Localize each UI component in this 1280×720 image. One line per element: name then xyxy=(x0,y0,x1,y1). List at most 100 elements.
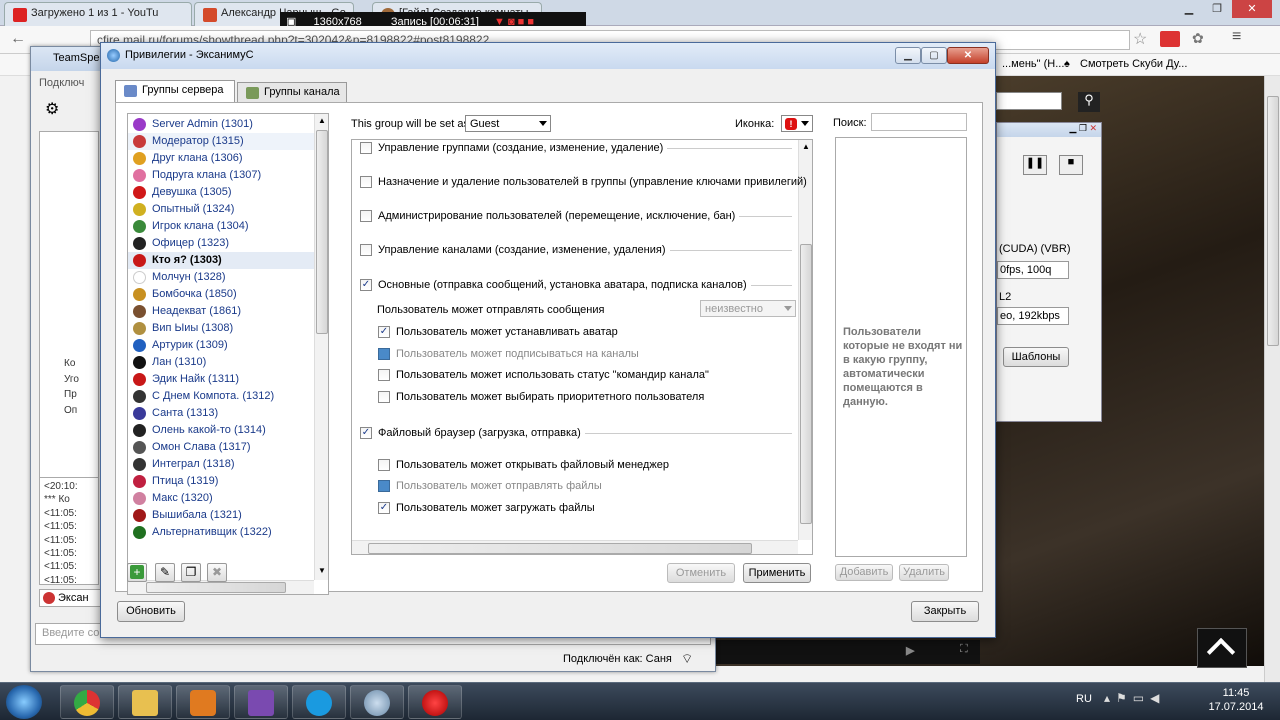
permission-group-checkbox[interactable]: ✓ Файловый браузер (загрузка, отправка) xyxy=(360,427,792,439)
menu-icon[interactable]: ≡ xyxy=(1232,28,1241,46)
checkbox[interactable]: ✓ xyxy=(378,326,390,338)
group-item[interactable]: Вышибала (1321) xyxy=(128,507,314,524)
group-item[interactable]: Омон Слава (1317) xyxy=(128,439,314,456)
group-list-hscrollbar[interactable] xyxy=(128,580,314,594)
encoder-fps-field[interactable]: 0fps, 100q xyxy=(997,261,1069,279)
set-as-select[interactable]: Guest xyxy=(465,115,551,132)
permission-group-checkbox[interactable]: Управление группами (создание, изменение… xyxy=(360,142,792,154)
checkbox[interactable]: ✓ xyxy=(360,279,372,291)
pause-button[interactable]: ❚❚ xyxy=(1023,155,1047,175)
browser-minimize-button[interactable]: ▁ xyxy=(1176,0,1202,18)
add-user-button[interactable]: Добавить xyxy=(835,564,893,581)
bookmark-item-scooby[interactable]: ♠ Смотреть Скуби Ду... xyxy=(1064,58,1187,70)
remove-user-button[interactable]: Удалить xyxy=(899,564,949,581)
channel-tree[interactable]: Ко Уго Пр Оп xyxy=(39,131,99,517)
page-search-icon[interactable]: ⚲ xyxy=(1078,92,1100,112)
teamspeak-tab[interactable]: Подключ xyxy=(39,77,84,89)
group-item[interactable]: Подруга клана (1307) xyxy=(128,167,314,184)
tab-channel-groups[interactable]: Группы канала xyxy=(237,82,347,102)
icon-select[interactable]: ! xyxy=(781,115,813,132)
permission-checkbox[interactable]: Пользователь может выбирать приоритетног… xyxy=(378,391,704,403)
dialog-close-button[interactable]: ✕ xyxy=(947,47,989,64)
scroll-thumb[interactable] xyxy=(316,130,328,334)
page-search-input[interactable] xyxy=(996,92,1062,110)
group-item[interactable]: Интеграл (1318) xyxy=(128,456,314,473)
dialog-minimize-button[interactable]: ▁ xyxy=(895,47,921,64)
bookmark-item[interactable]: ...мень" (Н... xyxy=(1002,58,1064,70)
taskbar-media[interactable] xyxy=(176,685,230,719)
group-list-scrollbar[interactable]: ▲ ▼ xyxy=(314,114,328,580)
clock[interactable]: 11:45 17.07.2014 xyxy=(1196,686,1276,714)
checkbox[interactable] xyxy=(378,348,390,360)
group-item[interactable]: Птица (1319) xyxy=(128,473,314,490)
group-item[interactable]: Девушка (1305) xyxy=(128,184,314,201)
checkbox[interactable]: ✓ xyxy=(360,427,372,439)
tab-server-groups[interactable]: Группы сервера xyxy=(115,80,235,103)
scroll-up-icon[interactable]: ▲ xyxy=(802,142,810,151)
checkbox[interactable] xyxy=(360,244,372,256)
add-group-button[interactable]: + xyxy=(127,563,147,582)
taskbar-teamspeak[interactable] xyxy=(350,685,404,719)
scroll-up-icon[interactable]: ▲ xyxy=(318,116,326,125)
start-button[interactable] xyxy=(6,685,42,719)
group-item[interactable]: Опытный (1324) xyxy=(128,201,314,218)
group-item[interactable]: Макс (1320) xyxy=(128,490,314,507)
group-item[interactable]: Молчун (1328) xyxy=(128,269,314,286)
checkbox[interactable] xyxy=(378,391,390,403)
group-item[interactable]: Server Admin (1301) xyxy=(128,116,314,133)
group-item[interactable]: Артурик (1309) xyxy=(128,337,314,354)
taskbar-recorder[interactable] xyxy=(408,685,462,719)
browser-close-button[interactable]: ✕ xyxy=(1232,0,1272,18)
checkbox[interactable] xyxy=(378,459,390,471)
page-scrollbar[interactable] xyxy=(1264,76,1280,682)
taskbar-chrome[interactable] xyxy=(60,685,114,719)
permission-checkbox[interactable]: Пользователь может подписываться на кана… xyxy=(378,348,639,360)
browser-tab-youtube[interactable]: Загружено 1 из 1 - YouTu xyxy=(4,2,192,26)
taskbar-vs[interactable] xyxy=(234,685,288,719)
templates-button[interactable]: Шаблоны xyxy=(1003,347,1069,367)
permission-group-checkbox[interactable]: Назначение и удаление пользователей в гр… xyxy=(360,176,807,188)
language-indicator[interactable]: RU xyxy=(1076,693,1092,705)
scroll-to-top-button[interactable] xyxy=(1197,628,1247,668)
fullscreen-icon[interactable]: ⛶ xyxy=(960,643,968,656)
permission-checkbox[interactable]: ✓ Пользователь может устанавливать аватар xyxy=(378,326,618,338)
cancel-button[interactable]: Отменить xyxy=(667,563,735,583)
rename-group-button[interactable]: ✎ xyxy=(155,563,175,582)
bookmark-star-icon[interactable]: ☆ xyxy=(1133,29,1147,49)
permission-group-checkbox[interactable]: ✓ Основные (отправка сообщений, установка… xyxy=(360,279,792,291)
checkbox[interactable] xyxy=(360,176,372,188)
server-tab[interactable]: Эксан xyxy=(39,589,103,607)
extension-icon[interactable] xyxy=(1160,31,1180,47)
dialog-maximize-button[interactable]: ▢ xyxy=(921,47,947,64)
browser-maximize-button[interactable]: ❐ xyxy=(1204,0,1230,18)
permission-group-checkbox[interactable]: Управление каналами (создание, изменение… xyxy=(360,244,792,256)
group-item[interactable]: Санта (1313) xyxy=(128,405,314,422)
delete-group-button[interactable]: ✖ xyxy=(207,563,227,582)
permissions-scrollbar[interactable]: ▲ xyxy=(798,140,812,540)
group-item[interactable]: Олень какой-то (1314) xyxy=(128,422,314,439)
permissions-hscrollbar[interactable] xyxy=(352,540,798,554)
group-item[interactable]: Друг клана (1306) xyxy=(128,150,314,167)
connect-icon[interactable]: ⚙ xyxy=(45,99,59,119)
stop-button[interactable]: ■ xyxy=(1059,155,1083,175)
user-search-input[interactable] xyxy=(871,113,967,131)
permission-group-checkbox[interactable]: Администрирование пользователей (перемещ… xyxy=(360,210,792,222)
send-messages-select[interactable]: неизвестно xyxy=(700,300,796,317)
encoder-audio-field[interactable]: eo, 192kbps xyxy=(997,307,1069,325)
permission-checkbox[interactable]: Пользователь может использовать статус "… xyxy=(378,369,709,381)
back-icon[interactable]: ← xyxy=(10,30,26,48)
group-item[interactable]: Альтернативщик (1322) xyxy=(128,524,314,541)
refresh-button[interactable]: Обновить xyxy=(117,601,185,622)
group-item[interactable]: Модератор (1315) xyxy=(128,133,314,150)
taskbar-skype[interactable] xyxy=(292,685,346,719)
checkbox[interactable] xyxy=(378,369,390,381)
checkbox[interactable] xyxy=(360,210,372,222)
group-list[interactable]: Альтернативщик (1322) Вышибала (1321) Макс… xyxy=(127,113,329,595)
group-item[interactable]: Эдик Найк (1311) xyxy=(128,371,314,388)
permission-checkbox[interactable]: ✓ Пользователь может загружать файлы xyxy=(378,502,595,514)
group-item[interactable]: Офицер (1323) xyxy=(128,235,314,252)
group-item[interactable]: Неадекват (1861) xyxy=(128,303,314,320)
copy-group-button[interactable]: ❐ xyxy=(181,563,201,582)
group-item[interactable]: Игрок клана (1304) xyxy=(128,218,314,235)
permission-checkbox[interactable]: Пользователь может открывать файловый ме… xyxy=(378,459,669,471)
